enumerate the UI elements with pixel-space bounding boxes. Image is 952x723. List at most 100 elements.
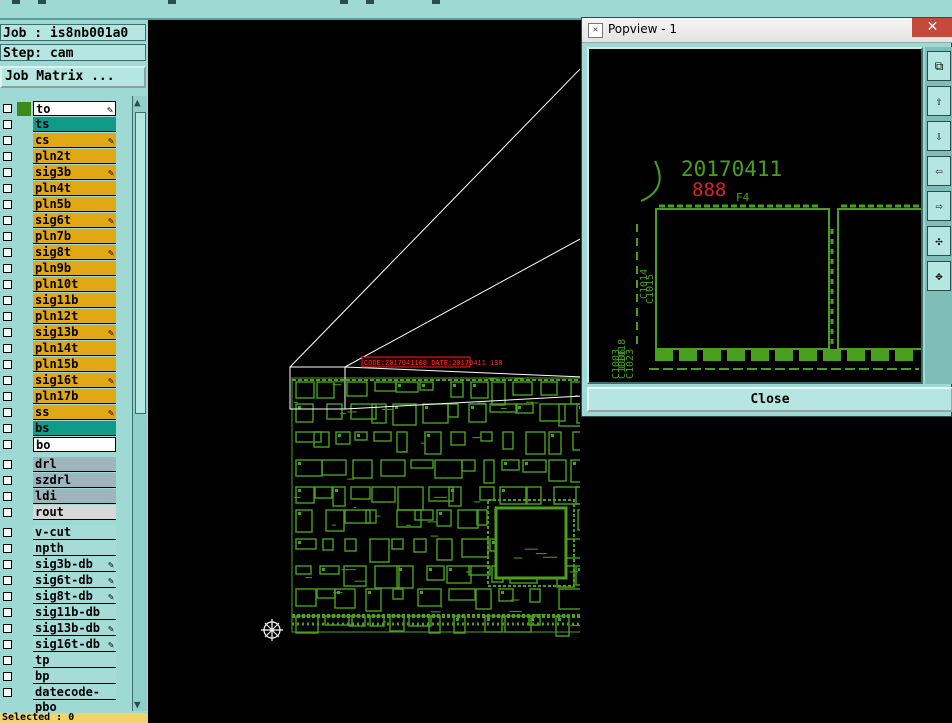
layer-name[interactable]: pln9b [33,261,116,276]
layer-name[interactable]: pln14t [33,341,116,356]
layer-row-to[interactable]: to ✎ [0,101,131,117]
layer-row-sig13b-db[interactable]: sig13b-db ✎ [0,621,131,637]
layer-checkbox[interactable] [3,408,12,417]
layer-checkbox[interactable] [3,200,12,209]
layer-name[interactable]: rout [33,505,116,520]
layer-name[interactable]: pln10t [33,277,116,292]
layer-checkbox[interactable] [3,440,12,449]
layer-row-sig8t[interactable]: sig8t ✎ [0,245,131,261]
layer-checkbox[interactable] [3,232,12,241]
layer-row-pln10t[interactable]: pln10t [0,277,131,293]
layer-row-v-cut[interactable]: v-cut [0,525,131,541]
scrollbar-thumb[interactable] [135,112,146,414]
layer-name[interactable]: bo [33,437,116,452]
layer-name[interactable]: to ✎ [33,101,116,116]
move-left-icon[interactable]: ⇦ [927,156,951,186]
layer-row-pln9b[interactable]: pln9b [0,261,131,277]
layer-checkbox[interactable] [3,460,12,469]
layer-name[interactable]: pln15b [33,357,116,372]
layer-checkbox[interactable] [3,296,12,305]
layer-checkbox[interactable] [3,508,12,517]
layer-row-sig16t-db[interactable]: sig16t-db ✎ [0,637,131,653]
layer-name[interactable]: cs ✎ [33,133,116,148]
layer-name[interactable]: sig16t-db ✎ [33,637,116,652]
layer-name[interactable]: v-cut [33,525,116,540]
layer-row-sig6t[interactable]: sig6t ✎ [0,213,131,229]
layer-row-bo[interactable]: bo [0,437,131,453]
layer-name[interactable]: drl [33,457,116,472]
layer-checkbox[interactable] [3,392,12,401]
layer-checkbox[interactable] [3,216,12,225]
layer-row-tp[interactable]: tp [0,653,131,669]
layer-name[interactable]: sig11b-db [33,605,116,620]
popview-close-button[interactable]: Close [587,387,952,412]
layer-name[interactable]: pln12t [33,309,116,324]
layer-name[interactable]: tp [33,653,116,668]
fit-window-icon[interactable]: ✣ [927,226,951,256]
layer-checkbox[interactable] [3,476,12,485]
layer-checkbox[interactable] [3,104,12,113]
layer-checkbox[interactable] [3,544,12,553]
layer-row-sig6t-db[interactable]: sig6t-db ✎ [0,573,131,589]
layer-checkbox[interactable] [3,328,12,337]
layer-row-sig8t-db[interactable]: sig8t-db ✎ [0,589,131,605]
layer-checkbox[interactable] [3,184,12,193]
pan-icon[interactable]: ✥ [927,261,951,291]
layer-name[interactable]: sig11b [33,293,116,308]
layer-checkbox[interactable] [3,152,12,161]
layer-row-npth[interactable]: npth [0,541,131,557]
layer-checkbox[interactable] [3,248,12,257]
layer-name[interactable]: pln2t [33,149,116,164]
scroll-down-arrow-icon[interactable]: ▼ [134,698,141,711]
layer-name[interactable]: pln4t [33,181,116,196]
layer-checkbox[interactable] [3,344,12,353]
layer-name[interactable]: sig13b-db ✎ [33,621,116,636]
popview-titlebar[interactable]: ✕ Popview - 1 ✕ [582,18,952,43]
layer-name[interactable]: sig3b-db ✎ [33,557,116,572]
layer-row-pln5b[interactable]: pln5b [0,197,131,213]
layer-row-bs[interactable]: bs [0,421,131,437]
layer-color-swatch[interactable] [17,102,31,116]
layer-row-bp[interactable]: bp [0,669,131,685]
layer-name[interactable]: ss ✎ [33,405,116,420]
layer-checkbox[interactable] [3,376,12,385]
layer-row-datecode-pbo[interactable]: datecode-pbo [0,685,131,714]
layer-checkbox[interactable] [3,492,12,501]
layer-row-ts[interactable]: ts [0,117,131,133]
layer-row-sig11b-db[interactable]: sig11b-db [0,605,131,621]
popview-zoom-view[interactable]: 20170411 888 F4 C1014 C1015 C1018 C1006 C102… [587,47,929,384]
layer-row-ss[interactable]: ss ✎ [0,405,131,421]
layer-checkbox[interactable] [3,560,12,569]
layer-name[interactable]: sig6t-db ✎ [33,573,116,588]
layer-name[interactable]: npth [33,541,116,556]
layer-checkbox[interactable] [3,656,12,665]
layer-checkbox[interactable] [3,264,12,273]
layer-name[interactable]: sig8t ✎ [33,245,116,260]
layer-checkbox[interactable] [3,312,12,321]
layer-name[interactable]: ts [33,117,116,132]
layer-name[interactable]: sig13b ✎ [33,325,116,340]
layer-checkbox[interactable] [3,136,12,145]
layer-name[interactable]: sig8t-db ✎ [33,589,116,604]
layer-row-rout[interactable]: rout [0,505,131,521]
layer-checkbox[interactable] [3,168,12,177]
layer-checkbox[interactable] [3,280,12,289]
layer-row-drl[interactable]: drl [0,457,131,473]
layer-row-pln17b[interactable]: pln17b [0,389,131,405]
layer-checkbox[interactable] [3,576,12,585]
move-up-icon[interactable]: ⇧ [927,86,951,116]
layer-name[interactable]: ldi [33,489,116,504]
layer-checkbox[interactable] [3,688,12,697]
layer-row-cs[interactable]: cs ✎ [0,133,131,149]
layer-name[interactable]: szdrl [33,473,116,488]
layer-checkbox[interactable] [3,640,12,649]
layer-checkbox[interactable] [3,120,12,129]
layer-row-pln2t[interactable]: pln2t [0,149,131,165]
job-matrix-button[interactable]: Job Matrix ... [0,66,146,88]
layer-checkbox[interactable] [3,424,12,433]
layer-row-pln4t[interactable]: pln4t [0,181,131,197]
layer-name[interactable]: pln5b [33,197,116,212]
layer-row-szdrl[interactable]: szdrl [0,473,131,489]
layer-list-scrollbar[interactable]: ▲ ▼ [132,96,147,711]
window-close-icon[interactable]: ✕ [912,18,952,37]
